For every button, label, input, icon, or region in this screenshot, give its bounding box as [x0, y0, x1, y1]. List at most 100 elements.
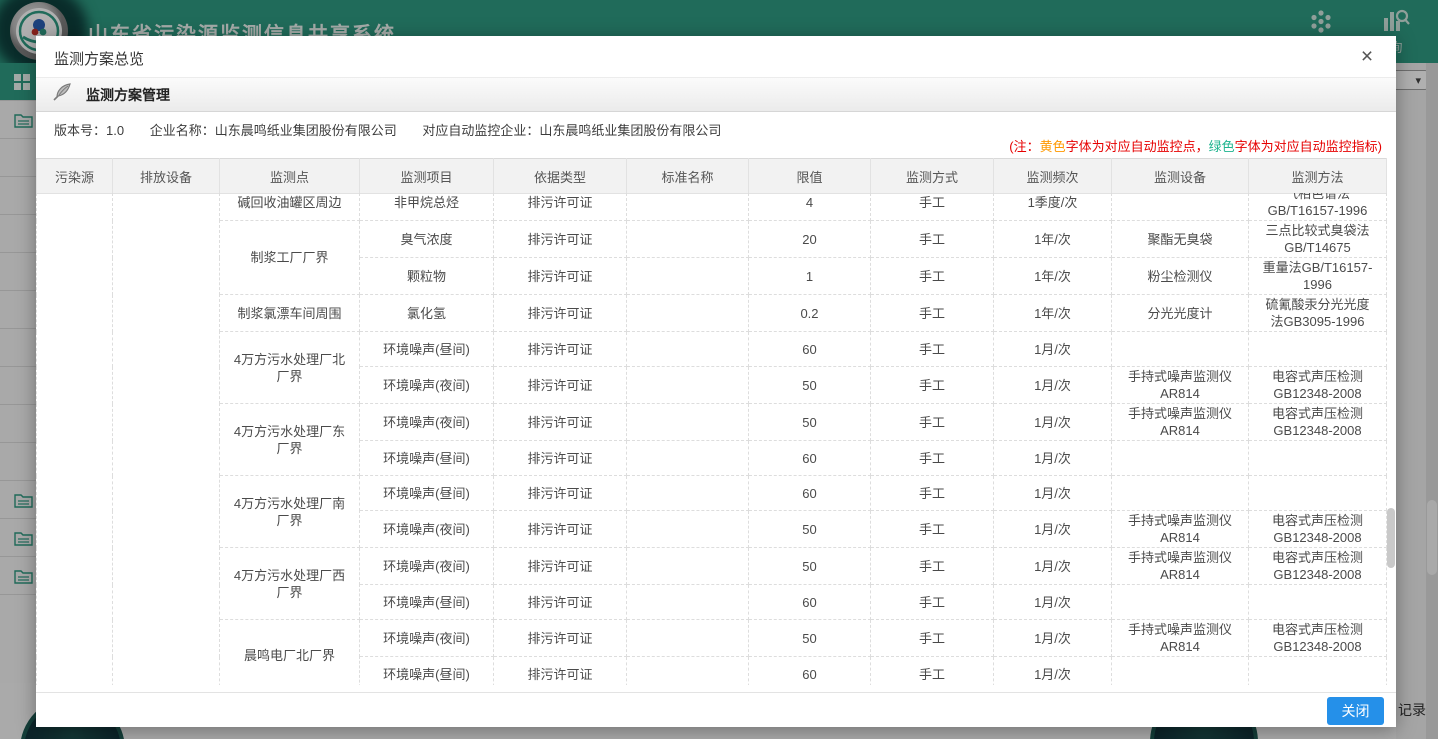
note-text: (注：: [1009, 139, 1039, 154]
table-cell: 50: [749, 620, 871, 657]
table-cell: 手工: [871, 221, 994, 258]
table-cell: 50: [749, 404, 871, 441]
table-cell: 手工: [871, 657, 994, 686]
table-cell: 手持式噪声监测仪 AR814: [1112, 367, 1249, 404]
note-text: 字体为对应自动监控点，: [1066, 139, 1209, 154]
table-cell: 1年/次: [994, 258, 1112, 295]
table-cell: 手工: [871, 332, 994, 367]
table-cell: [1249, 332, 1387, 367]
table-cell: 环境噪声(昼间): [360, 657, 494, 686]
table-cell: 1月/次: [994, 367, 1112, 404]
table-scroll-viewport[interactable]: 碱回收油罐区周边非甲烷总烃排污许可证4手工1季度/次气相色谱法 GB/T1615…: [36, 193, 1396, 685]
modal-title: 监测方案总览: [54, 48, 144, 69]
table-cell: 手工: [871, 193, 994, 221]
table-cell: 环境噪声(昼间): [360, 332, 494, 367]
table-cell: 1月/次: [994, 548, 1112, 585]
column-header: 监测设备: [1112, 159, 1249, 194]
table-cell: 聚酯无臭袋: [1112, 221, 1249, 258]
table-cell: 排污许可证: [494, 258, 627, 295]
table-cell: 手工: [871, 295, 994, 332]
table-cell: 制浆氯漂车间周围: [220, 295, 360, 332]
table-row: 晨鸣电厂北厂界环境噪声(夜间)排污许可证50手工1月/次手持式噪声监测仪 AR8…: [37, 620, 1387, 657]
table-cell: 排污许可证: [494, 404, 627, 441]
table-cell: [113, 193, 220, 685]
table-cell: 手持式噪声监测仪 AR814: [1112, 548, 1249, 585]
table-cell: 排污许可证: [494, 332, 627, 367]
table-cell: [627, 585, 749, 620]
table-cell: 1月/次: [994, 404, 1112, 441]
table-cell: 60: [749, 657, 871, 686]
table-cell: 60: [749, 476, 871, 511]
close-button[interactable]: 关闭: [1327, 697, 1384, 725]
table-cell: 排污许可证: [494, 367, 627, 404]
table-cell: [627, 511, 749, 548]
table-cell: [627, 295, 749, 332]
column-header: 监测项目: [360, 159, 494, 194]
table-cell: 50: [749, 511, 871, 548]
table-cell: [627, 657, 749, 686]
table-cell: 排污许可证: [494, 295, 627, 332]
auto-company-value: 山东晨鸣纸业集团股份有限公司: [539, 123, 721, 138]
table-cell: [1249, 585, 1387, 620]
table-row: 4万方污水处理厂南 厂界环境噪声(昼间)排污许可证60手工1月/次: [37, 476, 1387, 511]
table-cell: 60: [749, 585, 871, 620]
note-green-text: 绿色: [1209, 139, 1235, 154]
table-cell: 环境噪声(夜间): [360, 511, 494, 548]
table-cell: 手工: [871, 404, 994, 441]
table-cell: 4万方污水处理厂西 厂界: [220, 548, 360, 620]
table-cell: 1月/次: [994, 585, 1112, 620]
modal-footer: 关闭: [36, 692, 1396, 727]
table-cell: 电容式声压检测 GB12348-2008: [1249, 367, 1387, 404]
table-cell: 60: [749, 332, 871, 367]
table-cell: [37, 193, 113, 685]
table-cell: 电容式声压检测 GB12348-2008: [1249, 404, 1387, 441]
table-cell: 1年/次: [994, 295, 1112, 332]
table-cell: 电容式声压检测 GB12348-2008: [1249, 511, 1387, 548]
close-icon[interactable]: ×: [1354, 44, 1380, 70]
table-row: 4万方污水处理厂西 厂界环境噪声(夜间)排污许可证50手工1月/次手持式噪声监测…: [37, 548, 1387, 585]
table-cell: 手持式噪声监测仪 AR814: [1112, 511, 1249, 548]
table-cell: 排污许可证: [494, 548, 627, 585]
table-cell: 排污许可证: [494, 441, 627, 476]
table-cell: [627, 404, 749, 441]
table-row: 4万方污水处理厂东 厂界环境噪声(夜间)排污许可证50手工1月/次手持式噪声监测…: [37, 404, 1387, 441]
table-cell: [627, 476, 749, 511]
table-cell: 1: [749, 258, 871, 295]
table-cell: 环境噪声(夜间): [360, 548, 494, 585]
table-row: 制浆氯漂车间周围氯化氢排污许可证0.2手工1年/次分光光度计硫氰酸汞分光光度 法…: [37, 295, 1387, 332]
table-cell: 1月/次: [994, 441, 1112, 476]
table-cell: 粉尘检测仪: [1112, 258, 1249, 295]
table-cell: [627, 548, 749, 585]
table-cell: 排污许可证: [494, 657, 627, 686]
column-header: 监测点: [220, 159, 360, 194]
table-cell: 硫氰酸汞分光光度 法GB3095-1996: [1249, 295, 1387, 332]
table-cell: 电容式声压检测 GB12348-2008: [1249, 548, 1387, 585]
section-header: 监测方案管理: [36, 78, 1396, 112]
table-header-row: 污染源排放设备监测点监测项目依据类型标准名称限值监测方式监测频次监测设备监测方法: [37, 159, 1387, 194]
table-cell: 手持式噪声监测仪 AR814: [1112, 620, 1249, 657]
table-cell: 排污许可证: [494, 585, 627, 620]
company-value: 山东晨鸣纸业集团股份有限公司: [215, 123, 397, 138]
table-cell: [627, 441, 749, 476]
table-cell: 环境噪声(夜间): [360, 620, 494, 657]
table-cell: 4万方污水处理厂北 厂界: [220, 332, 360, 404]
monitoring-plan-modal: 监测方案总览 × 监测方案管理 版本号：1.0 企业名称：山东晨鸣纸业集团股份有…: [36, 36, 1396, 727]
table-cell: 气相色谱法 GB/T16157-1996: [1249, 193, 1387, 221]
table-cell: 环境噪声(昼间): [360, 476, 494, 511]
table-cell: 排污许可证: [494, 511, 627, 548]
table-scrollbar-thumb[interactable]: [1387, 508, 1395, 568]
table-cell: [627, 367, 749, 404]
plan-info-row: 版本号：1.0 企业名称：山东晨鸣纸业集团股份有限公司 对应自动监控企业：山东晨…: [54, 120, 743, 139]
table-cell: [1112, 441, 1249, 476]
table-cell: 环境噪声(夜间): [360, 367, 494, 404]
section-title: 监测方案管理: [86, 85, 170, 105]
table-cell: 电容式声压检测 GB12348-2008: [1249, 620, 1387, 657]
table-cell: [1249, 476, 1387, 511]
table-cell: 手工: [871, 620, 994, 657]
table-cell: 手工: [871, 258, 994, 295]
table-cell: 分光光度计: [1112, 295, 1249, 332]
table-cell: 制浆工厂厂界: [220, 221, 360, 295]
table-cell: 晨鸣电厂北厂界: [220, 620, 360, 686]
column-header: 监测方法: [1249, 159, 1387, 194]
table-row: 制浆工厂厂界臭气浓度排污许可证20手工1年/次聚酯无臭袋三点比较式臭袋法 GB/…: [37, 221, 1387, 258]
